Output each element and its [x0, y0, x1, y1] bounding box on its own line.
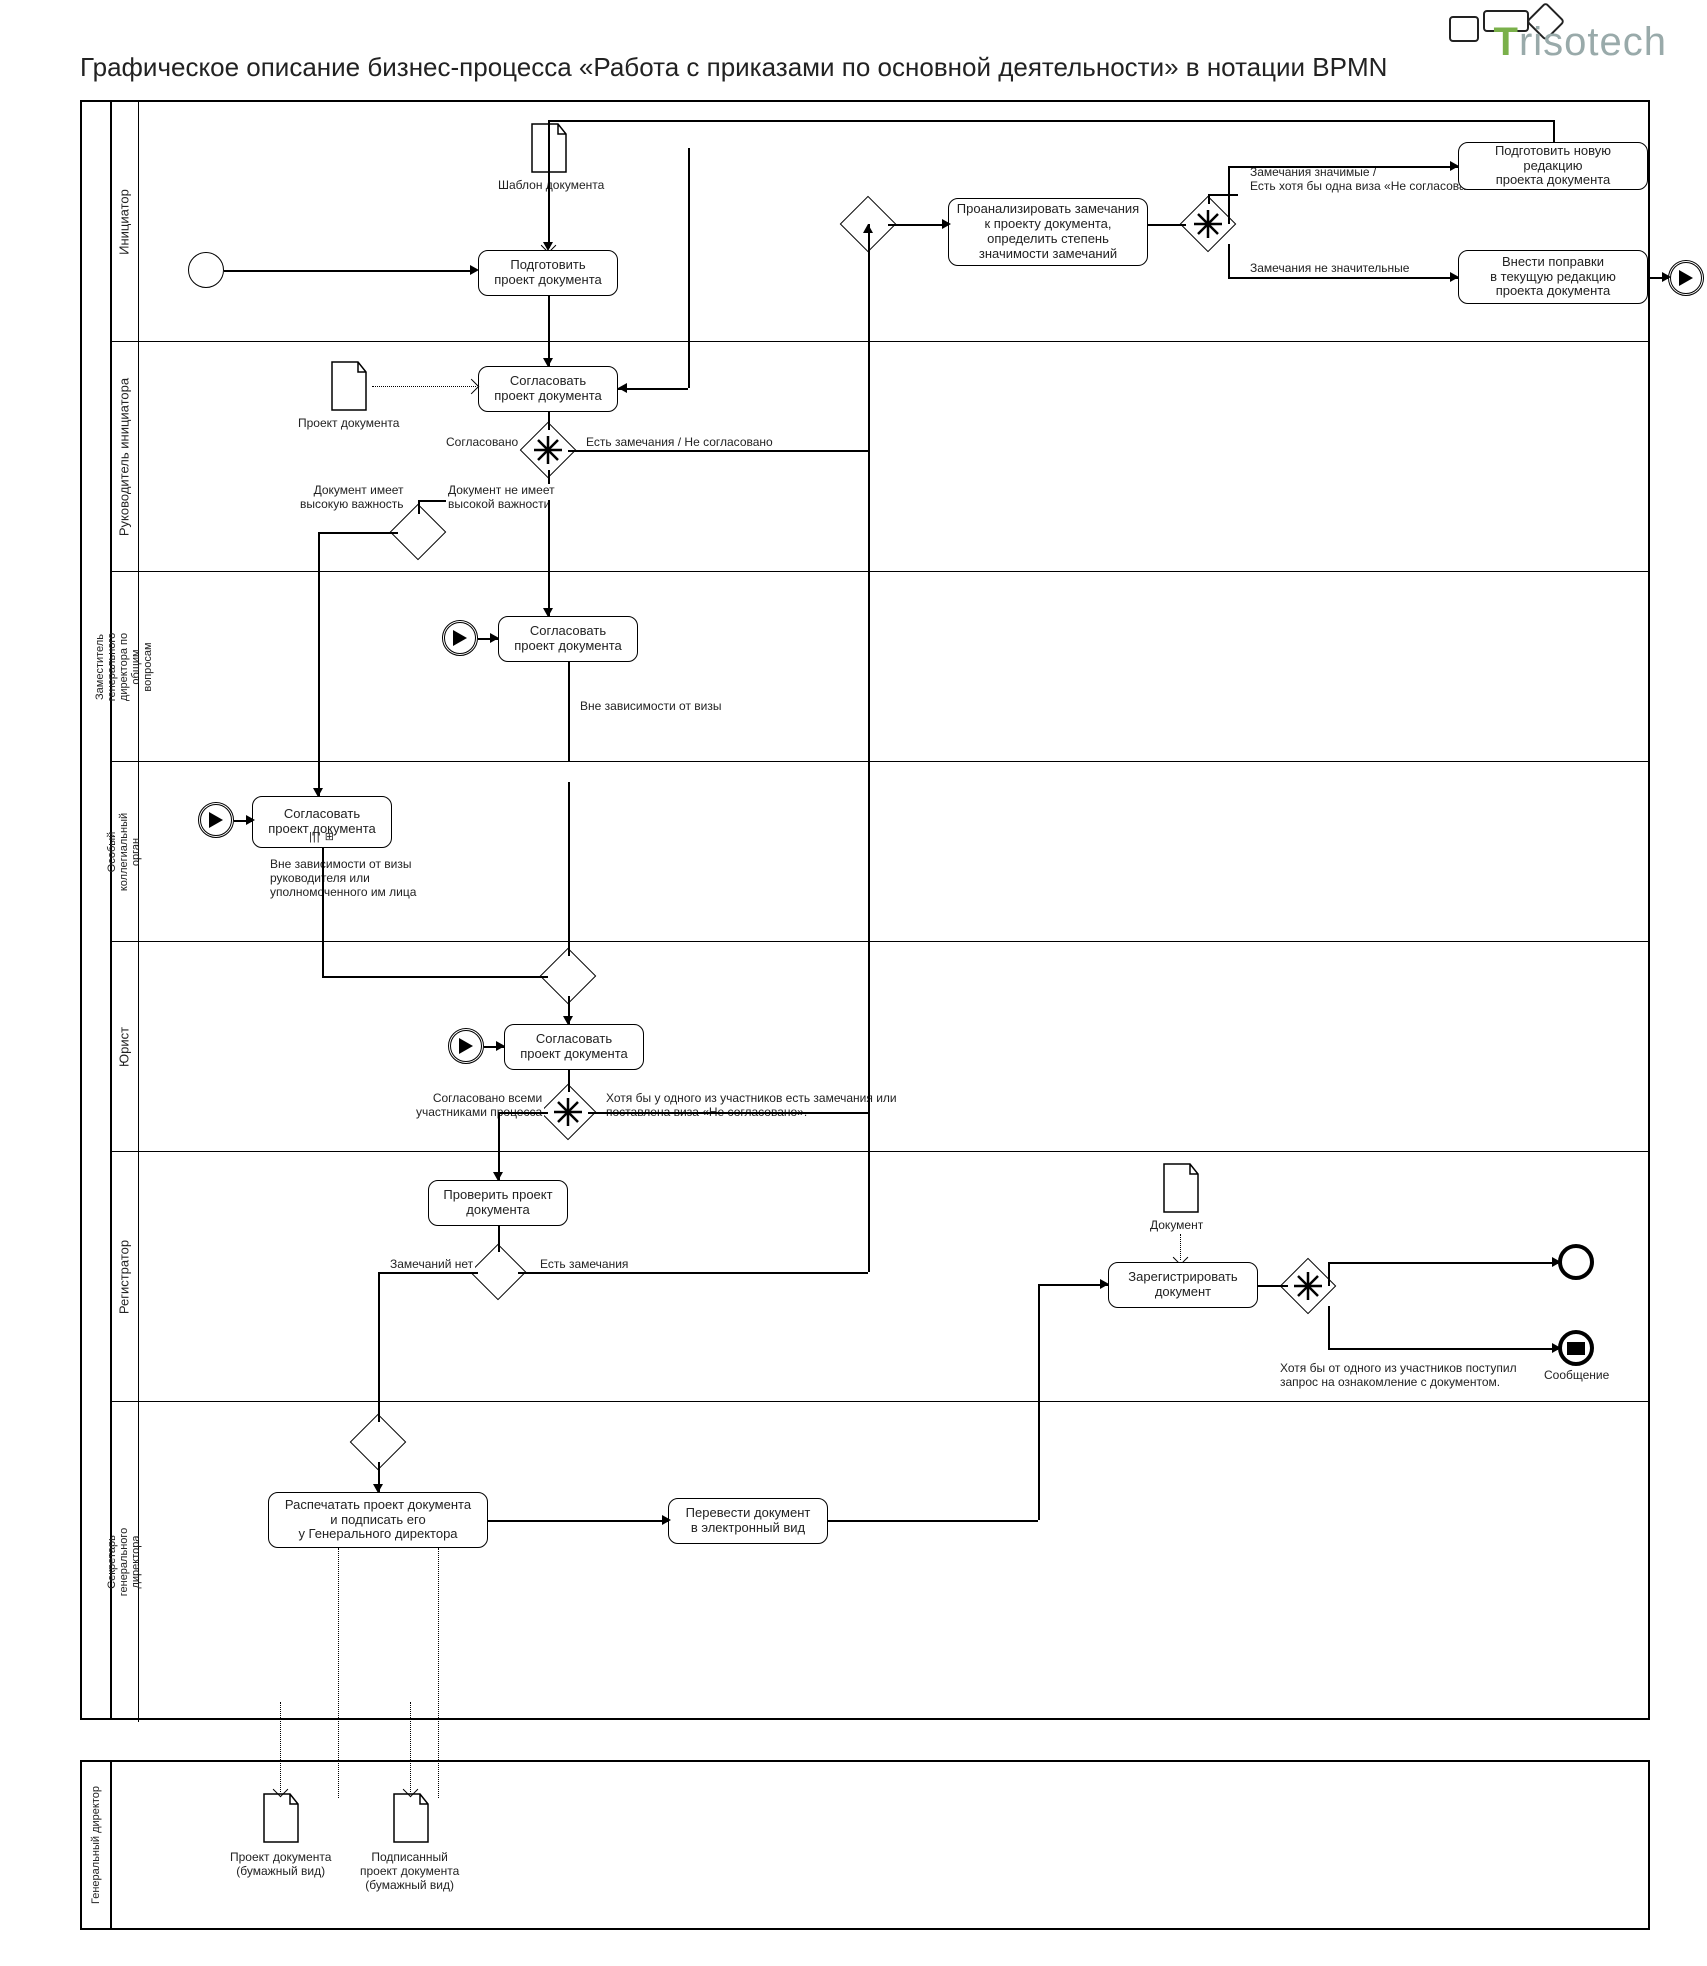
cond-has-remarks: Есть замечания / Не согласовано: [584, 436, 775, 450]
lane-manager: Руководитель инициатора Проект документа…: [110, 342, 1648, 572]
task-approve-collegial: Согласовать проект документа ||| ⊞: [252, 796, 392, 848]
cond-any-visa: Вне зависимости от визы: [578, 700, 724, 714]
lane-label: Особый коллегиальный орган: [106, 812, 142, 890]
link-catch-deputy: [442, 620, 478, 656]
lane-secretary: Секретарь генерального директора Распеча…: [110, 1402, 1648, 1722]
pool-director: Генеральный директор Проект документа (б…: [80, 1760, 1650, 1930]
pool-label-col: [82, 102, 112, 1718]
task-register: Зарегистрировать документ: [1108, 1262, 1258, 1308]
task-print-sign: Распечатать проект документа и подписать…: [268, 1492, 488, 1548]
task-minor-fix: Внести поправки в текущую редакцию проек…: [1458, 250, 1648, 304]
cond-agreed: Согласовано: [444, 436, 520, 450]
lane-registrar: Регистратор Проверить проект документа З…: [110, 1152, 1648, 1402]
doc-document-icon: [1160, 1162, 1202, 1214]
cond-review-req: Хотя бы от одного из участников поступил…: [1278, 1362, 1519, 1390]
doc-document-label: Документ: [1150, 1218, 1203, 1232]
cond-no-remarks: Замечаний нет: [388, 1258, 475, 1272]
task-to-electronic: Перевести документ в электронный вид: [668, 1498, 828, 1544]
cond-high-importance: Документ имеет высокую важность: [298, 484, 406, 512]
lane-label: Руководитель инициатора: [117, 377, 132, 535]
task-analyze: Проанализировать замечания к проекту док…: [948, 198, 1148, 266]
lane-label: Юрист: [117, 1026, 132, 1066]
start-event: [188, 252, 224, 288]
cond-all-agreed: Согласовано всеми участниками процесса: [414, 1092, 544, 1120]
cond-one-remark: Хотя бы у одного из участников есть заме…: [604, 1092, 899, 1120]
lane-deputy: Заместитель генерального директора по об…: [110, 572, 1648, 762]
doc-draft-icon: [328, 360, 370, 412]
task-approve-lawyer: Согласовать проект документа: [504, 1024, 644, 1070]
page-title: Графическое описание бизнес-процесса «Ра…: [80, 52, 1387, 83]
logo: Trisotech: [1494, 20, 1668, 65]
doc-draft-label: Проект документа: [298, 416, 399, 430]
task-new-revision: Подготовить новую редакцию проекта докум…: [1458, 142, 1648, 190]
lane-collegial: Особый коллегиальный орган Согласовать п…: [110, 762, 1648, 942]
cond-insignificant: Замечания не значительные: [1248, 262, 1411, 276]
multi-instance-marker: ||| ⊞: [309, 831, 335, 844]
task-approve-deputy: Согласовать проект документа: [498, 616, 638, 662]
pool-main: Инициатор Шаблон документа Подготовить п…: [80, 100, 1650, 1720]
cond-any-visa-long: Вне зависимости от визы руководителя или…: [268, 858, 418, 899]
doc-paper-draft-icon: [260, 1792, 302, 1844]
lane-initiator: Инициатор Шаблон документа Подготовить п…: [110, 102, 1648, 342]
link-catch-lawyer: [448, 1028, 484, 1064]
end-event: [1558, 1244, 1594, 1280]
cond-has-remarks2: Есть замечания: [538, 1258, 630, 1272]
task-prepare: Подготовить проект документа: [478, 250, 618, 296]
doc-signed-paper-label: Подписанный проект документа (бумажный в…: [360, 1850, 459, 1892]
link-catch-collegial: [198, 802, 234, 838]
doc-paper-draft-label: Проект документа (бумажный вид): [230, 1850, 331, 1878]
task-check: Проверить проект документа: [428, 1180, 568, 1226]
lane-label: Регистратор: [117, 1239, 132, 1313]
page: Графическое описание бизнес-процесса «Ра…: [0, 0, 1707, 1966]
lane-lawyer: Юрист Согласовать проект документа: [110, 942, 1648, 1152]
doc-template-label: Шаблон документа: [498, 178, 604, 192]
link-throw-event: [1668, 260, 1704, 296]
pool-label: Генеральный директор: [90, 1786, 102, 1904]
message-end-event: [1558, 1330, 1594, 1366]
cond-low-importance: Документ не имеет высокой важности: [446, 484, 557, 512]
doc-signed-paper-icon: [390, 1792, 432, 1844]
task-approve-mgr: Согласовать проект документа: [478, 366, 618, 412]
lane-label: Секретарь генерального директора: [106, 1528, 142, 1597]
lane-label: Инициатор: [117, 189, 132, 255]
msg-label: Сообщение: [1544, 1368, 1609, 1382]
